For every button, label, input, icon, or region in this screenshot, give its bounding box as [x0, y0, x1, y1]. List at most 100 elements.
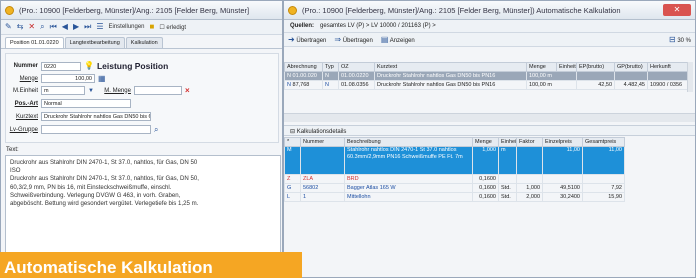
col-nummer[interactable]: Nummer	[300, 137, 345, 147]
cell-flag: N	[287, 82, 291, 88]
col-einzelpreis[interactable]: Einzelpreis	[542, 137, 583, 147]
cell-flag: N	[287, 73, 291, 79]
cell-herkunft	[647, 71, 688, 81]
nummer-label: Nummer	[13, 63, 38, 69]
cell: N 01.00.020	[284, 71, 323, 81]
col-abrechnung[interactable]: Abrechnung	[284, 62, 323, 72]
top-grid-wrap: Abrechnung Typ OZ Kurztext Menge Einheit…	[284, 62, 688, 90]
col-typ[interactable]: Typ	[322, 62, 339, 72]
cell-einzelpreis: 30,2400	[542, 192, 583, 202]
col-menge[interactable]: Menge	[472, 137, 499, 147]
settings-icon[interactable]: ☰	[96, 23, 103, 31]
uebertragen-button[interactable]: ➜ Übertragen	[288, 34, 327, 44]
tab-langtext[interactable]: Langtextbearbeitung	[64, 37, 125, 48]
cell-oz: 01.00.0220	[338, 71, 375, 81]
cell-beschreibung: Bagger Atlas 165 W	[344, 183, 473, 193]
col-einheit[interactable]: Einheit	[556, 62, 577, 72]
lvgruppe-search-icon[interactable]: ⌕	[154, 125, 158, 134]
cell-type: L	[284, 192, 301, 202]
uebertragen-all-button[interactable]: ⇒ Übertragen	[334, 34, 372, 44]
menge-label: Menge	[19, 75, 38, 82]
col-menge[interactable]: Menge	[526, 62, 557, 72]
left-tabs: Position 01.01.0220 Langtextbearbeitung …	[1, 35, 282, 49]
table-row[interactable]: N 87,768 N 01.08.0356 Druckrohr Stahlroh…	[284, 80, 688, 90]
close-icon[interactable]: ✕	[663, 4, 691, 16]
calculator-icon[interactable]: ▦	[98, 74, 106, 83]
position-form: Nummer 0220 💡 Leistung Position Menge 10…	[5, 53, 279, 143]
table-row[interactable]: Z ZLA BRD 0,1600	[284, 174, 625, 184]
erledigt-checkbox[interactable]: ☐ erledigt	[159, 24, 186, 31]
table-row[interactable]: N 01.00.020 N 01.00.0220 Druckrohr Stahl…	[284, 71, 688, 81]
nav-last-icon[interactable]: ⏭	[84, 23, 91, 31]
table-row[interactable]: G 56802 Bagger Atlas 165 W 0,1600 Std. 1…	[284, 183, 625, 193]
zoom-control[interactable]: ⊟ 30 %	[669, 35, 691, 44]
cell-einzelpreis: 11,00	[542, 146, 583, 175]
table-row[interactable]: L 1 Mittellohn 0,1600 Std. 2,000 30,2400…	[284, 192, 625, 202]
app-icon	[5, 5, 14, 15]
cell-einheit: m	[498, 146, 517, 175]
nav-first-icon[interactable]: ⏮	[50, 23, 57, 31]
lvgruppe-select[interactable]	[41, 125, 151, 134]
feature-banner: Automatische Kalkulation	[0, 252, 302, 278]
meinheit-select[interactable]: m	[41, 86, 85, 95]
uebertragen-label: Übertragen	[296, 37, 327, 44]
meinheit-label: M.Einheit	[12, 87, 38, 94]
col-gp[interactable]: GP(brutto)	[614, 62, 648, 72]
clear-icon[interactable]: ×	[185, 86, 190, 95]
menge-input[interactable]: 100,00	[41, 74, 95, 83]
nav-prev-icon[interactable]: ◀	[62, 23, 68, 31]
col-gesamtpreis[interactable]: Gesamtpreis	[582, 137, 625, 147]
section-collapse-icon[interactable]: ⊟	[290, 129, 295, 135]
cell-nummer: 56802	[300, 183, 345, 193]
top-scrollbar[interactable]	[687, 62, 693, 92]
quelle-bar: Quellen: gesamtes LV (P) > LV 10000 / 20…	[284, 20, 695, 33]
cell-menge: 100,00 m	[526, 80, 577, 90]
cell-faktor: 2,000	[516, 192, 543, 202]
col-ep[interactable]: EP(brutto)	[576, 62, 615, 72]
arrow-right-icon: ➜	[288, 34, 295, 44]
app-icon	[288, 5, 297, 15]
col-kurztext[interactable]: Kurztext	[374, 62, 527, 72]
cell-typ: N	[322, 71, 339, 81]
right-toolbar: ➜ Übertragen ⇒ Übertragen ▤ Anzeigen ⊟ 3…	[284, 33, 695, 47]
top-hscrollbar[interactable]	[284, 113, 695, 122]
mengel-input[interactable]	[133, 86, 182, 95]
text-line: Druckrohr aus Stahlrohr DIN 2470-1, St 3…	[10, 175, 199, 183]
nummer-input[interactable]: 0220	[41, 61, 81, 71]
section-title: Kalkulationsdetails	[296, 129, 347, 135]
move-icon[interactable]: ⇆	[17, 23, 24, 31]
cell-einheit	[498, 174, 517, 184]
cell-menge: 0,1600	[472, 174, 499, 184]
einstellungen-button[interactable]: Einstellungen	[108, 24, 144, 30]
col-beschreibung[interactable]: Beschreibung	[344, 137, 473, 147]
search-icon[interactable]: ⌕	[40, 23, 44, 31]
mengel-label: M. Menge	[104, 87, 131, 94]
cell-type: G	[284, 183, 301, 193]
col-faktor[interactable]: Faktor	[516, 137, 543, 147]
col-herkunft[interactable]: Herkunft	[647, 62, 688, 72]
kurztext-input[interactable]: Druckrohr Stahlrohr nahtlos Gas DN50 bis…	[41, 112, 151, 121]
text-line: abgeböscht. Bettung wird gesondert vergü…	[10, 200, 199, 208]
erledigt-icon[interactable]: ■	[150, 23, 155, 31]
right-titlebar: (Pro.: 10900 [Felderberg, Münster]/Ang.:…	[284, 1, 695, 20]
posart-select[interactable]: Normal	[41, 99, 131, 108]
chevron-down-icon[interactable]: ▼	[88, 88, 94, 94]
view-icon: ▤	[380, 34, 389, 44]
new-icon[interactable]: ✎	[5, 23, 12, 31]
col-einheit[interactable]: Einheit	[498, 137, 517, 147]
tab-position[interactable]: Position 01.01.0220	[5, 37, 64, 48]
delete-icon[interactable]: ✕	[28, 23, 35, 31]
nav-next-icon[interactable]: ▶	[73, 23, 79, 31]
posart-label: Pos.-Art	[14, 100, 38, 107]
quelle-value[interactable]: gesamtes LV (P) > LV 10000 / 201163 (P) …	[320, 23, 436, 29]
col-oz[interactable]: OZ	[338, 62, 375, 72]
left-window-title: (Pro.: 10900 [Felderberg, Münster]/Ang.:…	[19, 5, 250, 15]
right-window-title: (Pro.: 10900 [Felderberg, Münster]/Ang.:…	[302, 5, 621, 15]
col-type[interactable]: *	[284, 137, 301, 147]
double-arrow-icon: ⇒	[334, 34, 342, 44]
cell-menge: 0,1600	[472, 192, 499, 202]
table-row[interactable]: M Stahlrohr nahtlos DIN 2470-1 St 37.0 n…	[284, 146, 625, 175]
tab-kalkulation[interactable]: Kalkulation	[125, 37, 163, 48]
anzeigen-button[interactable]: ▤ Anzeigen	[380, 34, 415, 44]
cell-kurztext: Druckrohr Stahlrohr nahtlos Gas DN50 bis…	[374, 71, 527, 81]
